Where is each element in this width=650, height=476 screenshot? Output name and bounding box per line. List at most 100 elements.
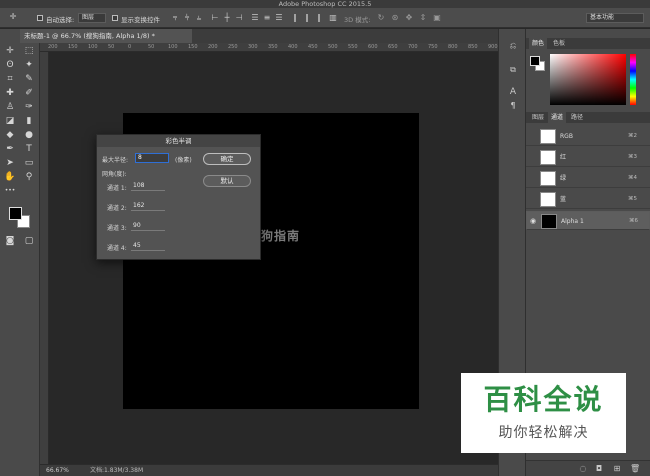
type-icon[interactable]: T: [20, 143, 38, 155]
distribute-hcenter-icon[interactable]: ‖: [302, 13, 312, 23]
character-panel-icon[interactable]: A: [507, 87, 519, 97]
max-radius-input[interactable]: 8: [135, 153, 169, 163]
color-panel-tabs: 颜色 色板: [526, 38, 650, 49]
hand-icon[interactable]: ✋: [1, 171, 19, 183]
channel-1-input[interactable]: 108: [131, 181, 165, 191]
ruler-tick-label: 100: [168, 44, 178, 50]
more-tools-icon[interactable]: •••: [1, 185, 19, 197]
visibility-eye-icon[interactable]: ◉: [530, 217, 538, 225]
align-vcenter-icon[interactable]: ⫩: [182, 13, 192, 23]
pen-icon[interactable]: ✒: [1, 143, 19, 155]
3d-slide-icon[interactable]: ⇕: [418, 13, 428, 23]
auto-align-icon[interactable]: ▥: [328, 13, 338, 23]
align-top-icon[interactable]: ⫧: [170, 13, 180, 23]
eyedropper-icon[interactable]: ✎: [20, 73, 38, 85]
ruler-tick-label: 150: [68, 44, 78, 50]
auto-select-dropdown[interactable]: 图层: [78, 13, 106, 23]
color-spectrum[interactable]: [550, 54, 626, 105]
crop-icon[interactable]: ⌗: [1, 73, 19, 85]
ruler-tick-label: 450: [308, 44, 318, 50]
channel-row[interactable]: 蓝 ⌘5: [526, 190, 650, 209]
align-hcenter-icon[interactable]: ┼: [222, 13, 232, 23]
hue-slider[interactable]: [630, 54, 636, 105]
ruler-tick-label: 200: [48, 44, 58, 50]
tab-layers[interactable]: 图层: [529, 112, 547, 123]
ruler-tick-label: 750: [428, 44, 438, 50]
ruler-tick-label: 350: [268, 44, 278, 50]
new-channel-icon[interactable]: ⊞: [612, 464, 622, 474]
tab-color[interactable]: 颜色: [529, 38, 548, 49]
ruler-tick-label: 700: [408, 44, 418, 50]
channel-row[interactable]: RGB ⌘2: [526, 127, 650, 146]
channel-thumbnail: [540, 192, 556, 207]
workspace-dropdown[interactable]: 基本功能: [586, 13, 644, 23]
ruler-horizontal: 200 150 100 50 0 50 100 150 200 250 300 350 400 450 50…: [40, 43, 498, 52]
tab-swatches[interactable]: 色板: [550, 38, 568, 49]
channel-2-input[interactable]: 162: [131, 201, 165, 211]
healing-brush-icon[interactable]: ✚: [1, 87, 19, 99]
channel-4-input[interactable]: 45: [131, 241, 165, 251]
channel-row[interactable]: 红 ⌘3: [526, 148, 650, 167]
align-bottom-icon[interactable]: ⫨: [194, 13, 204, 23]
load-selection-icon[interactable]: ◌: [578, 464, 588, 474]
channel-row-selected[interactable]: ◉ Alpha 1 ⌘6: [526, 211, 650, 230]
channel-shortcut: ⌘2: [628, 133, 637, 139]
save-selection-icon[interactable]: ◘: [594, 464, 604, 474]
eraser-icon[interactable]: ◪: [1, 115, 19, 127]
zoom-level[interactable]: 66.67%: [46, 465, 69, 476]
ruler-tick-label: 250: [228, 44, 238, 50]
marquee-icon[interactable]: ⬚: [20, 45, 38, 57]
tab-paths[interactable]: 路径: [568, 112, 586, 123]
distribute-right-icon[interactable]: ‖: [314, 13, 324, 23]
distribute-vcenter-icon[interactable]: ≡: [262, 13, 272, 23]
ruler-tick-label: 800: [448, 44, 458, 50]
stamp-icon[interactable]: ♙: [1, 101, 19, 113]
auto-select-checkbox[interactable]: [37, 15, 43, 21]
properties-panel-icon[interactable]: ⧉: [507, 65, 519, 75]
distribute-bottom-icon[interactable]: ☰: [274, 13, 284, 23]
move-tool-icon[interactable]: ✛: [6, 12, 20, 22]
foreground-color-swatch[interactable]: [9, 207, 22, 220]
3d-mode-label: 3D 模式:: [344, 16, 371, 24]
history-brush-icon[interactable]: ✑: [20, 101, 38, 113]
align-right-icon[interactable]: ⊣: [234, 13, 244, 23]
3d-scale-icon[interactable]: ▣: [432, 13, 442, 23]
zoom-icon[interactable]: ⚲: [20, 171, 38, 183]
dodge-icon[interactable]: ●: [20, 129, 38, 141]
shape-icon[interactable]: ▭: [20, 157, 38, 169]
options-bar: ✛ 自动选择: 图层 显示变换控件 ⫧ ⫩ ⫨ ⊢ ┼ ⊣ ☰ ≡ ☰ ‖ ‖ …: [0, 8, 650, 28]
paragraph-panel-icon[interactable]: ¶: [507, 101, 519, 111]
channels-panel-tabs: 图层 通道 路径: [526, 112, 650, 123]
document-tab[interactable]: 未标题-1 @ 66.7% (搜狗指南, Alpha 1/8) *: [20, 29, 192, 43]
path-select-icon[interactable]: ➤: [1, 157, 19, 169]
blur-icon[interactable]: ◆: [1, 129, 19, 141]
show-transform-checkbox[interactable]: [112, 15, 118, 21]
ruler-tick-label: 900: [488, 44, 498, 50]
distribute-left-icon[interactable]: ‖: [290, 13, 300, 23]
panel-foreground-swatch[interactable]: [530, 56, 540, 66]
lasso-icon[interactable]: ʘ: [1, 59, 19, 71]
auto-select-label: 自动选择:: [46, 16, 75, 24]
3d-rotate-icon[interactable]: ↻: [376, 13, 386, 23]
channel-row[interactable]: 绿 ⌘4: [526, 169, 650, 188]
ok-button[interactable]: 确定: [203, 153, 251, 165]
brush-icon[interactable]: ✐: [20, 87, 38, 99]
show-transform-label: 显示变换控件: [121, 16, 160, 24]
screen-mode-icon[interactable]: ▢: [20, 235, 38, 247]
quick-mask-icon[interactable]: ◙: [1, 235, 19, 247]
gradient-icon[interactable]: ▮: [20, 115, 38, 127]
align-left-icon[interactable]: ⊢: [210, 13, 220, 23]
magic-wand-icon[interactable]: ✦: [20, 59, 38, 71]
3d-pan-icon[interactable]: ✥: [404, 13, 414, 23]
ruler-tick-label: 50: [108, 44, 115, 50]
default-button[interactable]: 默认: [203, 175, 251, 187]
delete-channel-icon[interactable]: 🗑: [630, 464, 640, 474]
distribute-top-icon[interactable]: ☰: [250, 13, 260, 23]
3d-roll-icon[interactable]: ⊛: [390, 13, 400, 23]
move-icon[interactable]: ✛: [1, 45, 19, 57]
color-halftone-dialog: 彩色半调 最大半径: 8 (像素) 网角(度): 通道 1: 108 通道 2:…: [96, 134, 261, 260]
history-panel-icon[interactable]: ⎌: [507, 41, 519, 51]
channel-3-input[interactable]: 90: [131, 221, 165, 231]
tab-channels[interactable]: 通道: [548, 112, 567, 123]
ruler-tick-label: 50: [148, 44, 155, 50]
